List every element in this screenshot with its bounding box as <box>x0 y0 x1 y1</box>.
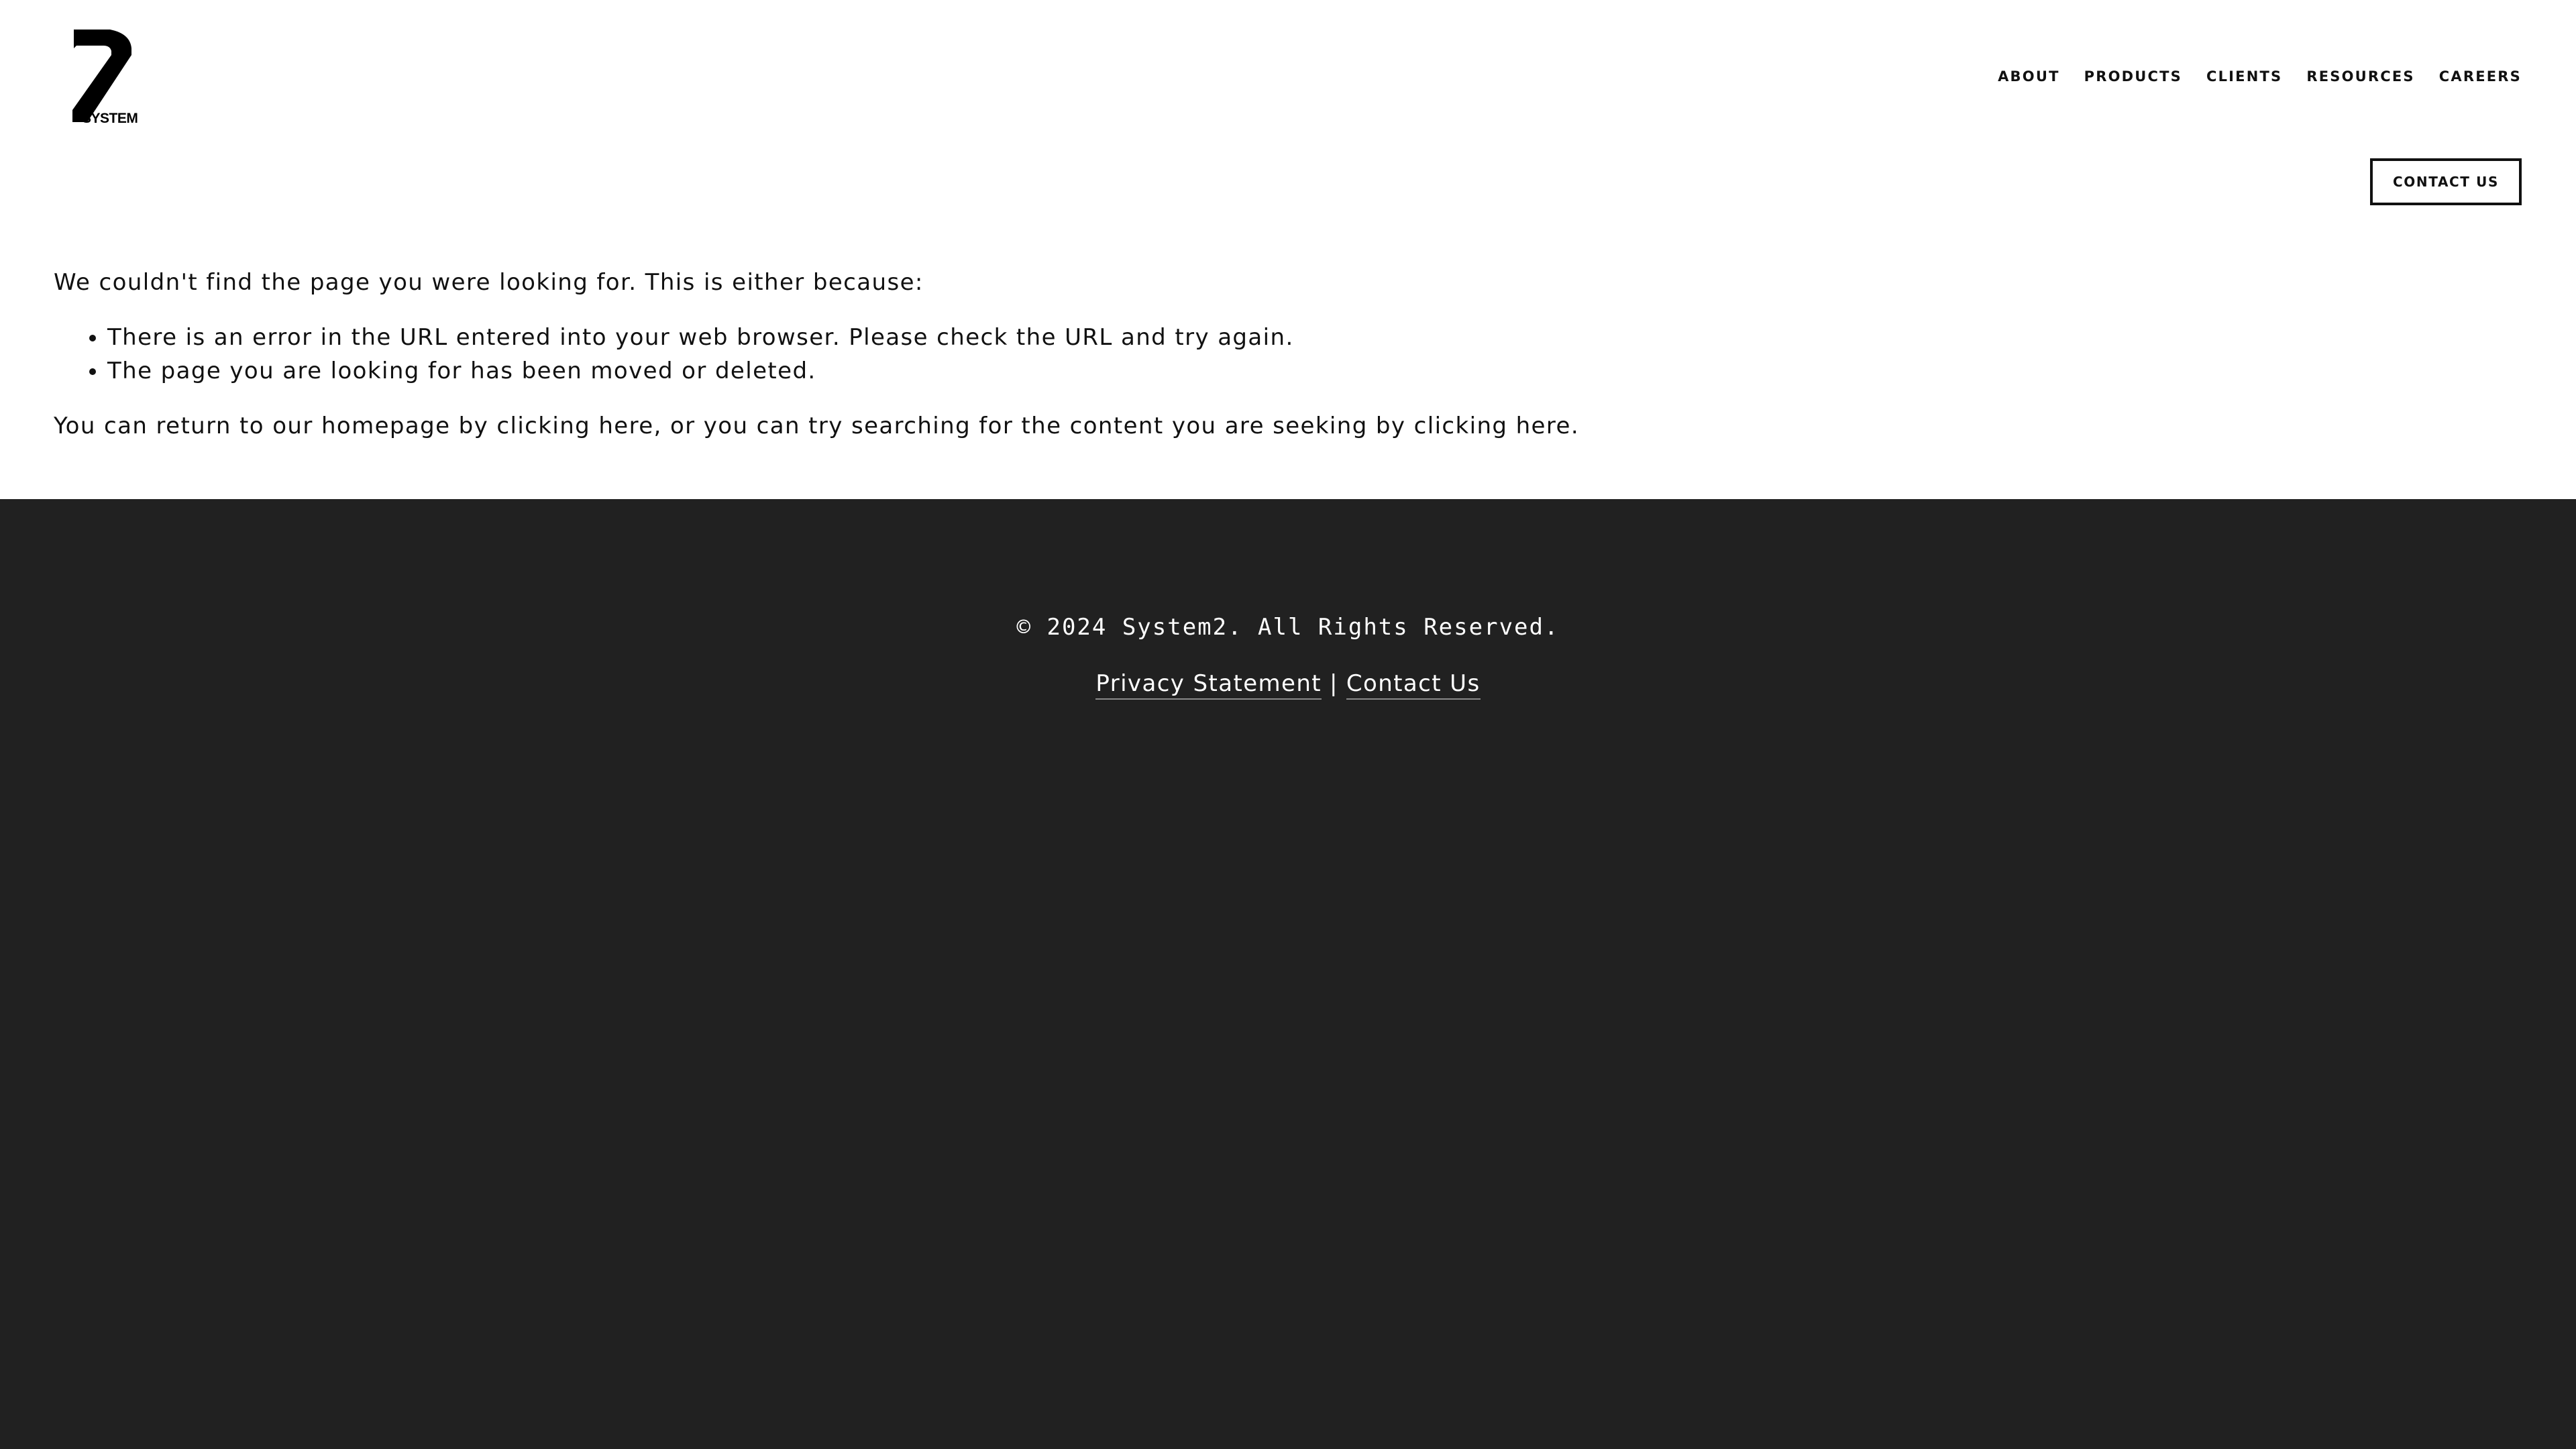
main-nav: ABOUT PRODUCTS CLIENTS RESOURCES CAREERS <box>1974 70 2522 84</box>
nav-item-resources[interactable]: RESOURCES <box>2306 70 2414 84</box>
footer-links: Privacy Statement | Contact Us <box>0 668 2576 700</box>
site-footer: © 2024 System2. All Rights Reserved. Pri… <box>0 499 2576 1449</box>
list-item: There is an error in the URL entered int… <box>107 321 2402 354</box>
nav-item-about[interactable]: ABOUT <box>1998 70 2060 84</box>
contact-us-button[interactable]: CONTACT US <box>2370 158 2522 205</box>
return-prefix-text: You can return to our homepage by <box>54 413 497 439</box>
privacy-statement-link[interactable]: Privacy Statement <box>1095 670 1322 700</box>
copyright-text: © 2024 System2. All Rights Reserved. <box>1016 614 1560 641</box>
return-suffix-text: . <box>1570 413 1580 439</box>
nav-item-careers[interactable]: CAREERS <box>2439 70 2522 84</box>
page: SYSTEM ABOUT PRODUCTS CLIENTS RESOURCES … <box>0 0 2576 1449</box>
search-link[interactable]: clicking here <box>1414 413 1571 439</box>
return-middle-text: , or you can try searching for the conte… <box>653 413 1414 439</box>
nav-item-products[interactable]: PRODUCTS <box>2084 70 2182 84</box>
nav-item-clients[interactable]: CLIENTS <box>2206 70 2282 84</box>
list-item: The page you are looking for has been mo… <box>107 354 2402 388</box>
error-intro: We couldn't find the page you were looki… <box>54 269 924 296</box>
footer-separator: | <box>1330 670 1338 697</box>
return-instructions: You can return to our homepage by clicki… <box>54 409 2402 443</box>
footer-contact-link[interactable]: Contact Us <box>1346 670 1481 700</box>
logo-wordmark: SYSTEM <box>82 111 138 126</box>
site-header: SYSTEM ABOUT PRODUCTS CLIENTS RESOURCES … <box>0 0 2576 250</box>
site-logo[interactable]: SYSTEM <box>70 28 138 130</box>
error-reasons-list: There is an error in the URL entered int… <box>54 321 2402 388</box>
homepage-link[interactable]: clicking here <box>496 413 653 439</box>
not-found-content: We couldn't find the page you were looki… <box>54 266 2402 443</box>
